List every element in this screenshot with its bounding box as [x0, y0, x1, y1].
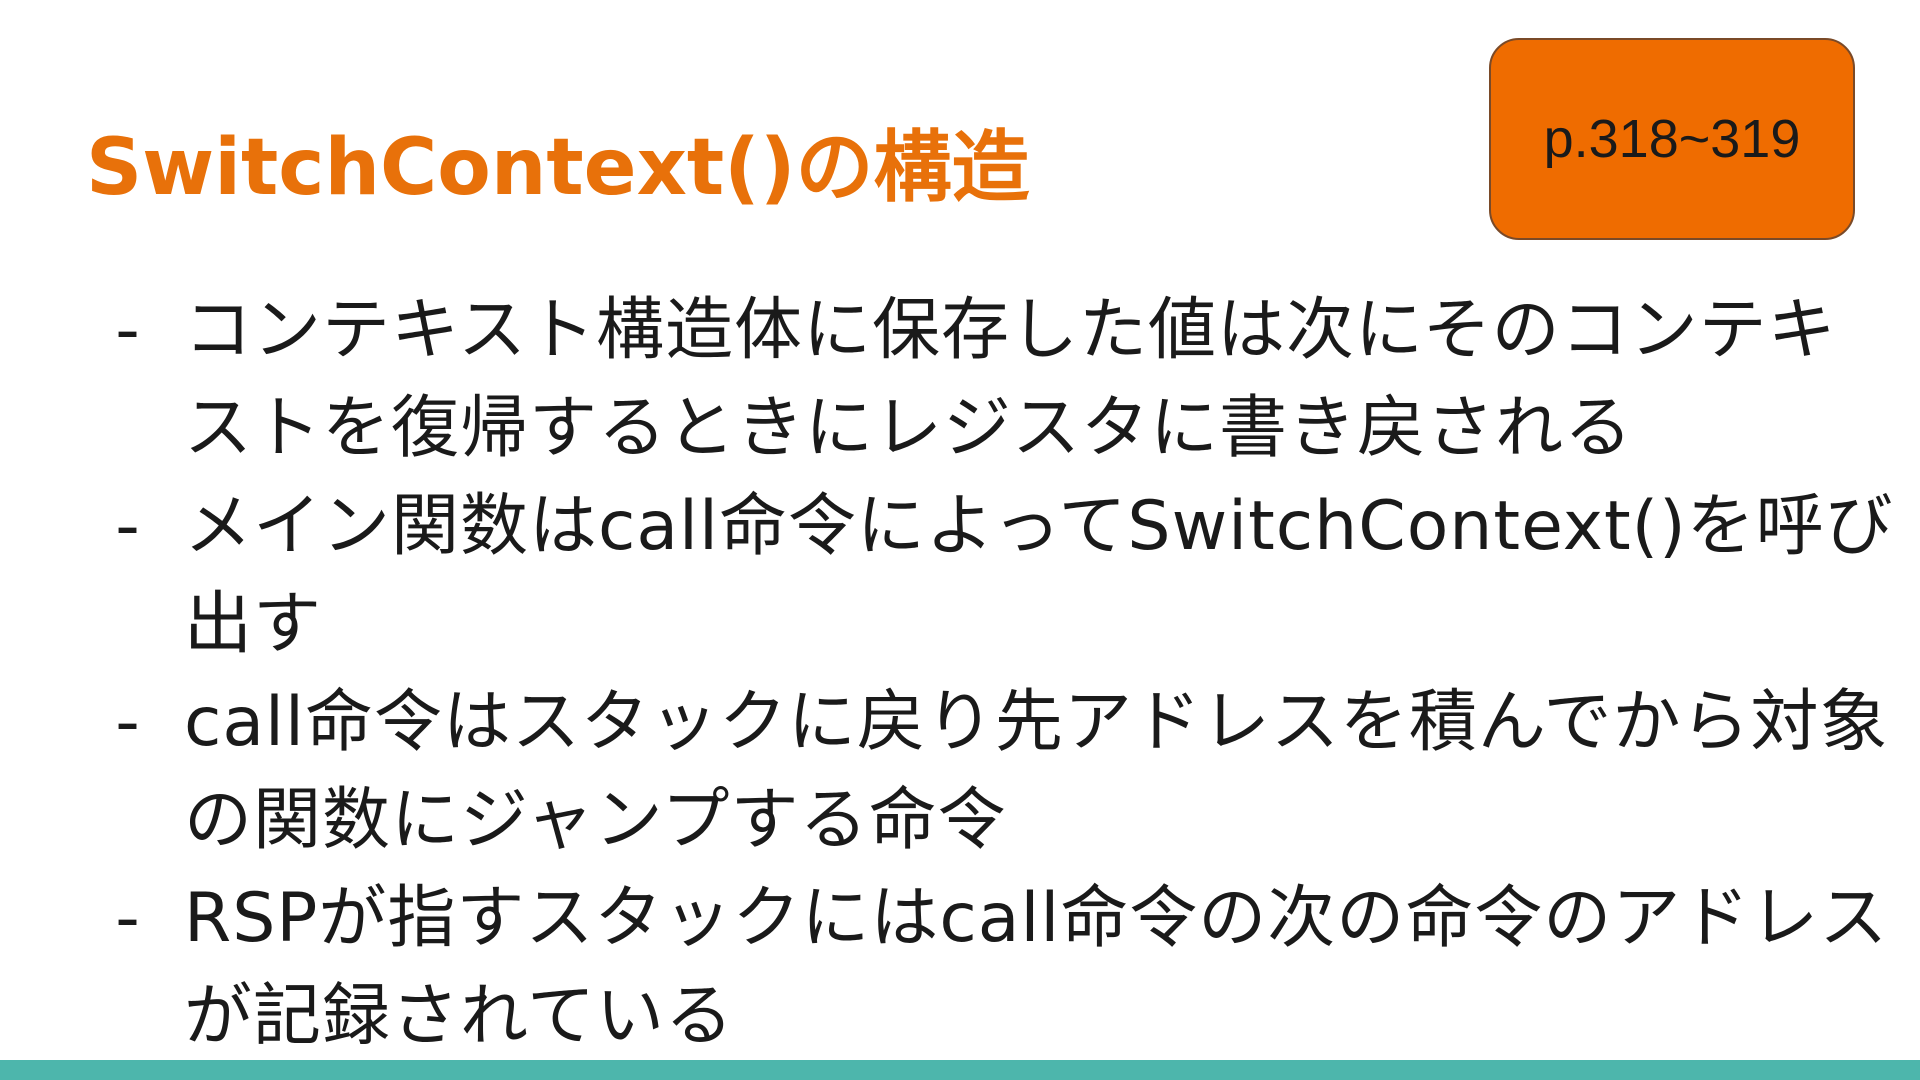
page-reference-badge: p.318~319: [1489, 38, 1855, 240]
slide-title: SwitchContext()の構造: [86, 123, 1030, 213]
slide: SwitchContext()の構造 p.318~319 - コンテキスト構造体…: [0, 0, 1920, 1080]
bullet-text: メイン関数はcall命令によってSwitchContext()を呼び出す: [184, 487, 1894, 664]
page-reference-label: p.318~319: [1543, 109, 1801, 169]
bullet-text: コンテキスト構造体に保存した値は次にそのコンテキストを復帰するときにレジスタに書…: [184, 291, 1837, 468]
bullet-text: RSPが指すスタックにはcall命令の次の命令のアドレスが記録されている: [184, 879, 1889, 1056]
bullet-text: call命令はスタックに戻り先アドレスを積んでから対象の関数にジャンプする命令: [184, 683, 1889, 860]
bullet-list: - コンテキスト構造体に保存した値は次にそのコンテキストを復帰するときにレジスタ…: [108, 282, 1898, 1066]
bullet-item: - メイン関数はcall命令によってSwitchContext()を呼び出す: [108, 478, 1898, 674]
bullet-dash: -: [115, 487, 141, 566]
bullet-item: - call命令はスタックに戻り先アドレスを積んでから対象の関数にジャンプする命…: [108, 674, 1898, 870]
bottom-accent-bar: [0, 1060, 1920, 1080]
bullet-item: - RSPが指すスタックにはcall命令の次の命令のアドレスが記録されている: [108, 870, 1898, 1066]
bullet-item: - コンテキスト構造体に保存した値は次にそのコンテキストを復帰するときにレジスタ…: [108, 282, 1898, 478]
bullet-dash: -: [115, 683, 141, 762]
bullet-dash: -: [115, 291, 141, 370]
bullet-dash: -: [115, 879, 141, 958]
